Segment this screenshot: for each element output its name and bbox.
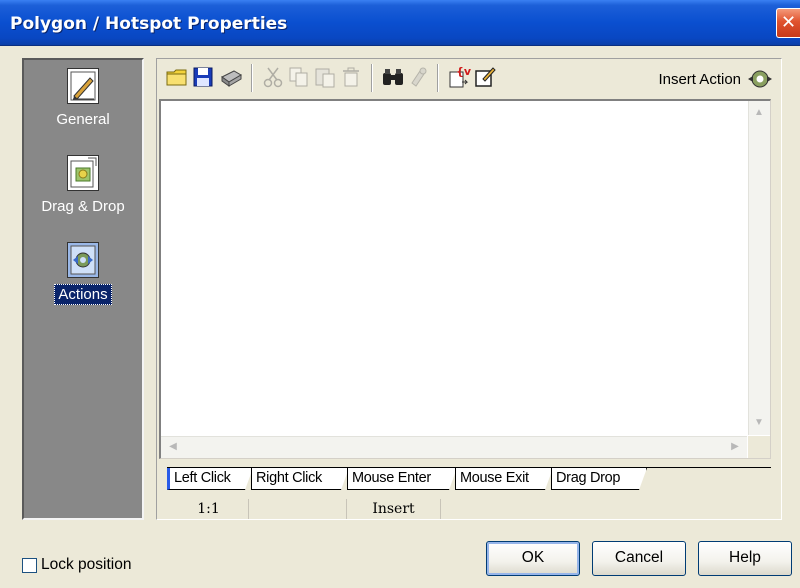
open-folder-icon[interactable] [165,65,189,89]
paste-icon[interactable] [313,65,337,89]
tab-mouse-enter[interactable]: Mouse Enter [347,468,457,490]
toolbar-separator [437,64,439,92]
drag-drop-icon [67,155,99,191]
status-bar: 1:1 Insert [169,499,771,519]
scroll-left-icon[interactable]: ◀ [163,437,183,457]
category-panel: General Drag & Drop Actions [22,58,144,520]
nav-item-actions[interactable]: Actions [24,242,142,305]
tab-right-click[interactable]: Right Click [251,468,349,490]
horizontal-scrollbar[interactable]: ◀ ▶ [161,436,747,458]
replace-icon[interactable] [407,65,431,89]
cancel-button[interactable]: Cancel [592,541,686,576]
toolbar-separator [251,64,253,92]
cursor-position: 1:1 [169,499,249,519]
toolbar: {v} Insert Action [157,59,781,97]
insert-action-button[interactable]: Insert Action [658,68,773,90]
window-title: Polygon / Hotspot Properties [10,14,288,34]
nav-item-drag-drop[interactable]: Drag & Drop [24,155,142,216]
save-icon[interactable] [191,65,215,89]
action-script-editor[interactable]: ▲ ▼ ◀ ▶ [159,99,771,459]
find-binoculars-icon[interactable] [381,65,405,89]
cut-icon[interactable] [261,65,285,89]
print-icon[interactable] [219,65,243,89]
status-cell-empty [249,499,347,519]
delete-icon[interactable] [339,65,363,89]
tab-left-click[interactable]: Left Click [167,468,253,490]
close-icon: ✕ [780,12,797,33]
nav-item-general[interactable]: General [24,68,142,129]
lock-position-checkbox[interactable] [22,557,37,573]
lock-position-option[interactable]: Lock position [22,556,131,574]
help-button[interactable]: Help [698,541,792,576]
lock-position-label: Lock position [41,556,132,573]
general-properties-icon [67,68,99,104]
scroll-down-icon[interactable]: ▼ [749,413,769,433]
insert-action-label: Insert Action [658,70,741,88]
nav-label-general: General [56,111,110,128]
vertical-scrollbar[interactable]: ▲ ▼ [748,101,770,435]
edit-action-icon[interactable] [473,65,497,89]
scroll-up-icon[interactable]: ▲ [749,103,769,123]
insert-action-gear-icon [748,70,772,88]
nav-label-drag-drop: Drag & Drop [41,198,125,215]
ok-button[interactable]: OK [486,541,580,576]
close-button[interactable]: ✕ [776,8,800,38]
actions-gear-icon [67,242,99,278]
nav-label-actions: Actions [54,284,112,305]
svg-text:{v}: {v} [456,65,471,78]
insert-variable-icon[interactable]: {v} [447,65,479,89]
event-tabs: Left Click Right Click Mouse Enter Mouse… [167,467,771,493]
scroll-right-icon[interactable]: ▶ [725,437,745,457]
toolbar-separator [371,64,373,92]
insert-mode: Insert [347,499,441,519]
title-bar: Polygon / Hotspot Properties ✕ [0,0,800,46]
tab-mouse-exit[interactable]: Mouse Exit [455,468,553,490]
tab-drag-drop[interactable]: Drag Drop [551,468,647,490]
scroll-corner [748,436,770,458]
copy-icon[interactable] [287,65,311,89]
action-editor-frame: {v} Insert Action ▲ ▼ ◀ ▶ Left Click Rig… [156,58,782,520]
